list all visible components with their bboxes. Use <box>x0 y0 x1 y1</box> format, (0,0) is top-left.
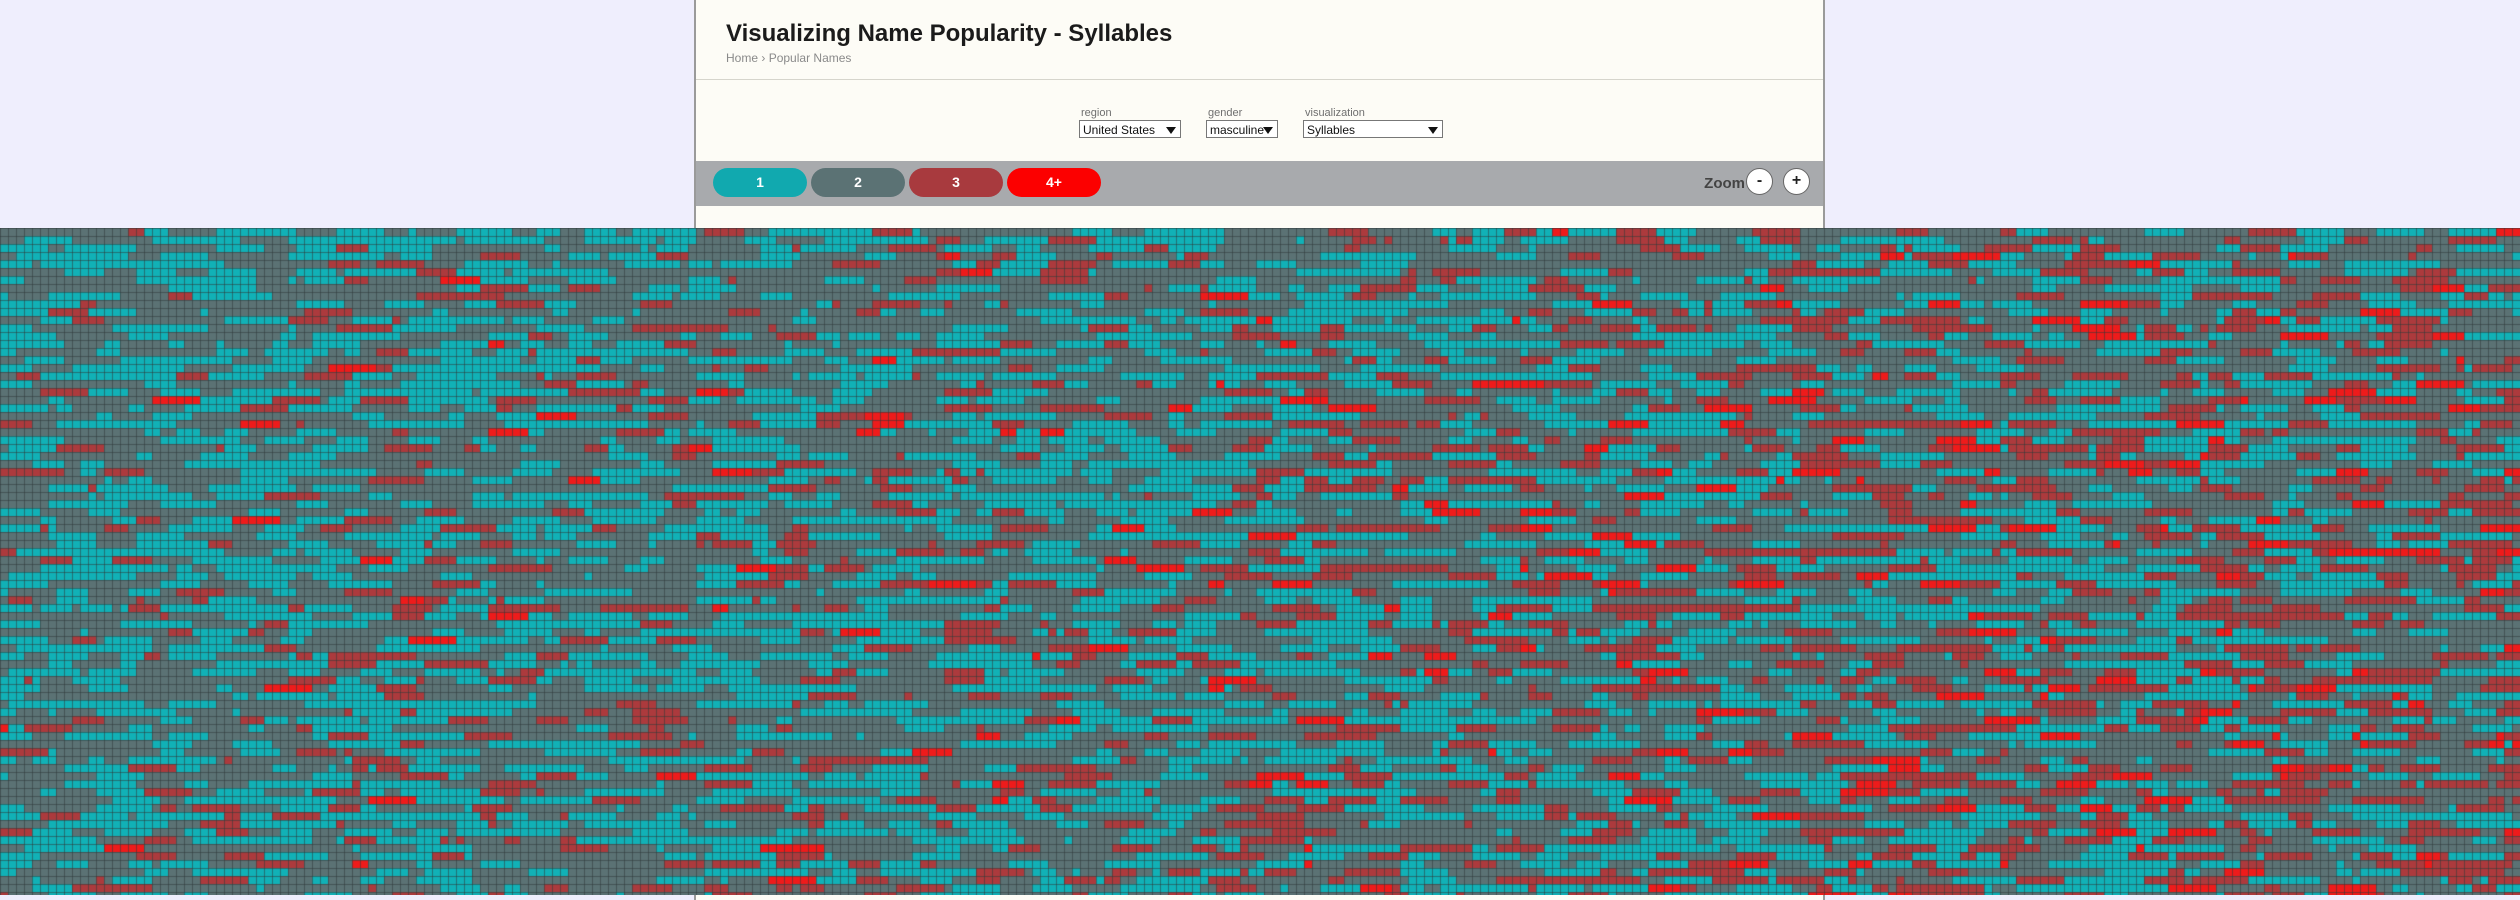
visualization-select-value: Syllables <box>1307 123 1356 137</box>
page-title: Visualizing Name Popularity - Syllables <box>726 20 1173 47</box>
legend-pill-4plus-syllables[interactable]: 4+ <box>1007 168 1101 197</box>
region-select[interactable]: United States <box>1079 120 1181 138</box>
gender-control: gender masculine <box>1206 107 1278 138</box>
visualization-select[interactable]: Syllables <box>1303 120 1443 138</box>
dropdown-arrow-icon <box>1263 127 1273 134</box>
dropdown-arrow-icon <box>1428 127 1438 134</box>
legend-pill-3-syllables[interactable]: 3 <box>909 168 1003 197</box>
breadcrumb: Home › Popular Names <box>726 51 851 65</box>
syllable-heatmap[interactable] <box>0 228 2520 895</box>
legend-pill-1-syllable[interactable]: 1 <box>713 168 807 197</box>
legend-bar: 1 2 3 4+ Zoom - + <box>696 161 1823 206</box>
gender-select[interactable]: masculine <box>1206 120 1278 138</box>
visualization-label: visualization <box>1305 107 1365 119</box>
region-control: region United States <box>1079 107 1181 138</box>
zoom-label: Zoom <box>1704 175 1745 192</box>
region-label: region <box>1081 107 1112 119</box>
page-header: Visualizing Name Popularity - Syllables … <box>696 0 1823 80</box>
breadcrumb-popular-names-link[interactable]: Popular Names <box>769 51 852 65</box>
gender-label: gender <box>1208 107 1243 119</box>
controls-panel: region United States gender masculine vi… <box>696 81 1823 161</box>
region-select-value: United States <box>1083 123 1156 137</box>
zoom-in-button[interactable]: + <box>1783 168 1810 195</box>
visualization-control: visualization Syllables <box>1303 107 1443 138</box>
gender-select-value: masculine <box>1210 123 1265 137</box>
breadcrumb-home-link[interactable]: Home <box>726 51 758 65</box>
dropdown-arrow-icon <box>1166 127 1176 134</box>
zoom-out-button[interactable]: - <box>1746 168 1773 195</box>
breadcrumb-separator: › <box>761 51 766 65</box>
legend-pill-2-syllables[interactable]: 2 <box>811 168 905 197</box>
